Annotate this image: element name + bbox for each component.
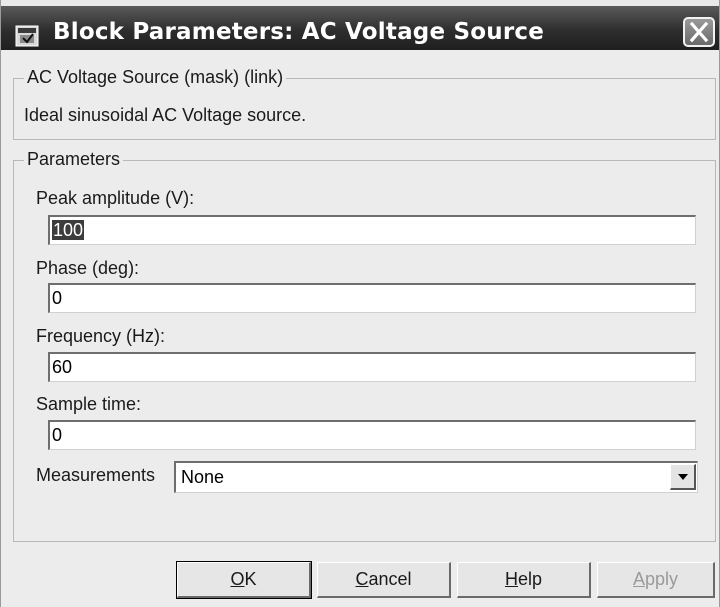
apply-button[interactable]: Apply: [597, 562, 715, 598]
simulink-block-icon: [15, 25, 39, 47]
peak-amplitude-label: Peak amplitude (V):: [36, 188, 195, 208]
frequency-input[interactable]: 60: [48, 352, 696, 382]
cancel-mnemonic: C: [355, 569, 369, 589]
cancel-label: ancel: [368, 569, 412, 589]
phase-input[interactable]: 0: [48, 283, 696, 313]
ok-mnemonic: O: [230, 569, 245, 589]
ok-label: K: [244, 569, 257, 589]
chevron-down-icon: [678, 474, 688, 480]
help-mnemonic: H: [504, 569, 518, 589]
title-bar[interactable]: Block Parameters: AC Voltage Source: [1, 0, 719, 50]
mask-group-title: AC Voltage Source (mask) (link): [24, 67, 287, 88]
ok-button[interactable]: OK: [176, 561, 312, 599]
cancel-button[interactable]: Cancel: [317, 562, 451, 598]
window-title: Block Parameters: AC Voltage Source: [53, 19, 544, 45]
measurements-select[interactable]: None: [174, 461, 698, 493]
phase-label: Phase (deg):: [36, 258, 140, 278]
sample-time-label: Sample time:: [36, 394, 142, 414]
parameters-group: Parameters Peak amplitude (V): 100 Phase…: [13, 149, 716, 542]
block-parameters-dialog: Block Parameters: AC Voltage Source AC V…: [0, 0, 720, 607]
measurements-value: None: [181, 467, 225, 487]
help-label: elp: [517, 569, 543, 589]
sample-time-input[interactable]: 0: [48, 420, 696, 450]
peak-amplitude-input[interactable]: 100: [48, 215, 696, 245]
parameters-group-title: Parameters: [24, 149, 124, 170]
measurements-label: Measurements: [36, 465, 156, 485]
measurements-dropdown-button[interactable]: [670, 464, 696, 490]
block-description: Ideal sinusoidal AC Voltage source.: [24, 105, 307, 125]
close-icon: [689, 21, 709, 43]
apply-label: pply: [644, 569, 679, 589]
peak-amplitude-value: 100: [52, 220, 85, 240]
mask-info-group: AC Voltage Source (mask) (link) Ideal si…: [13, 67, 716, 140]
close-button[interactable]: [683, 17, 715, 47]
apply-mnemonic: A: [632, 569, 645, 589]
frequency-label: Frequency (Hz):: [36, 326, 166, 346]
help-button[interactable]: Help: [457, 562, 591, 598]
